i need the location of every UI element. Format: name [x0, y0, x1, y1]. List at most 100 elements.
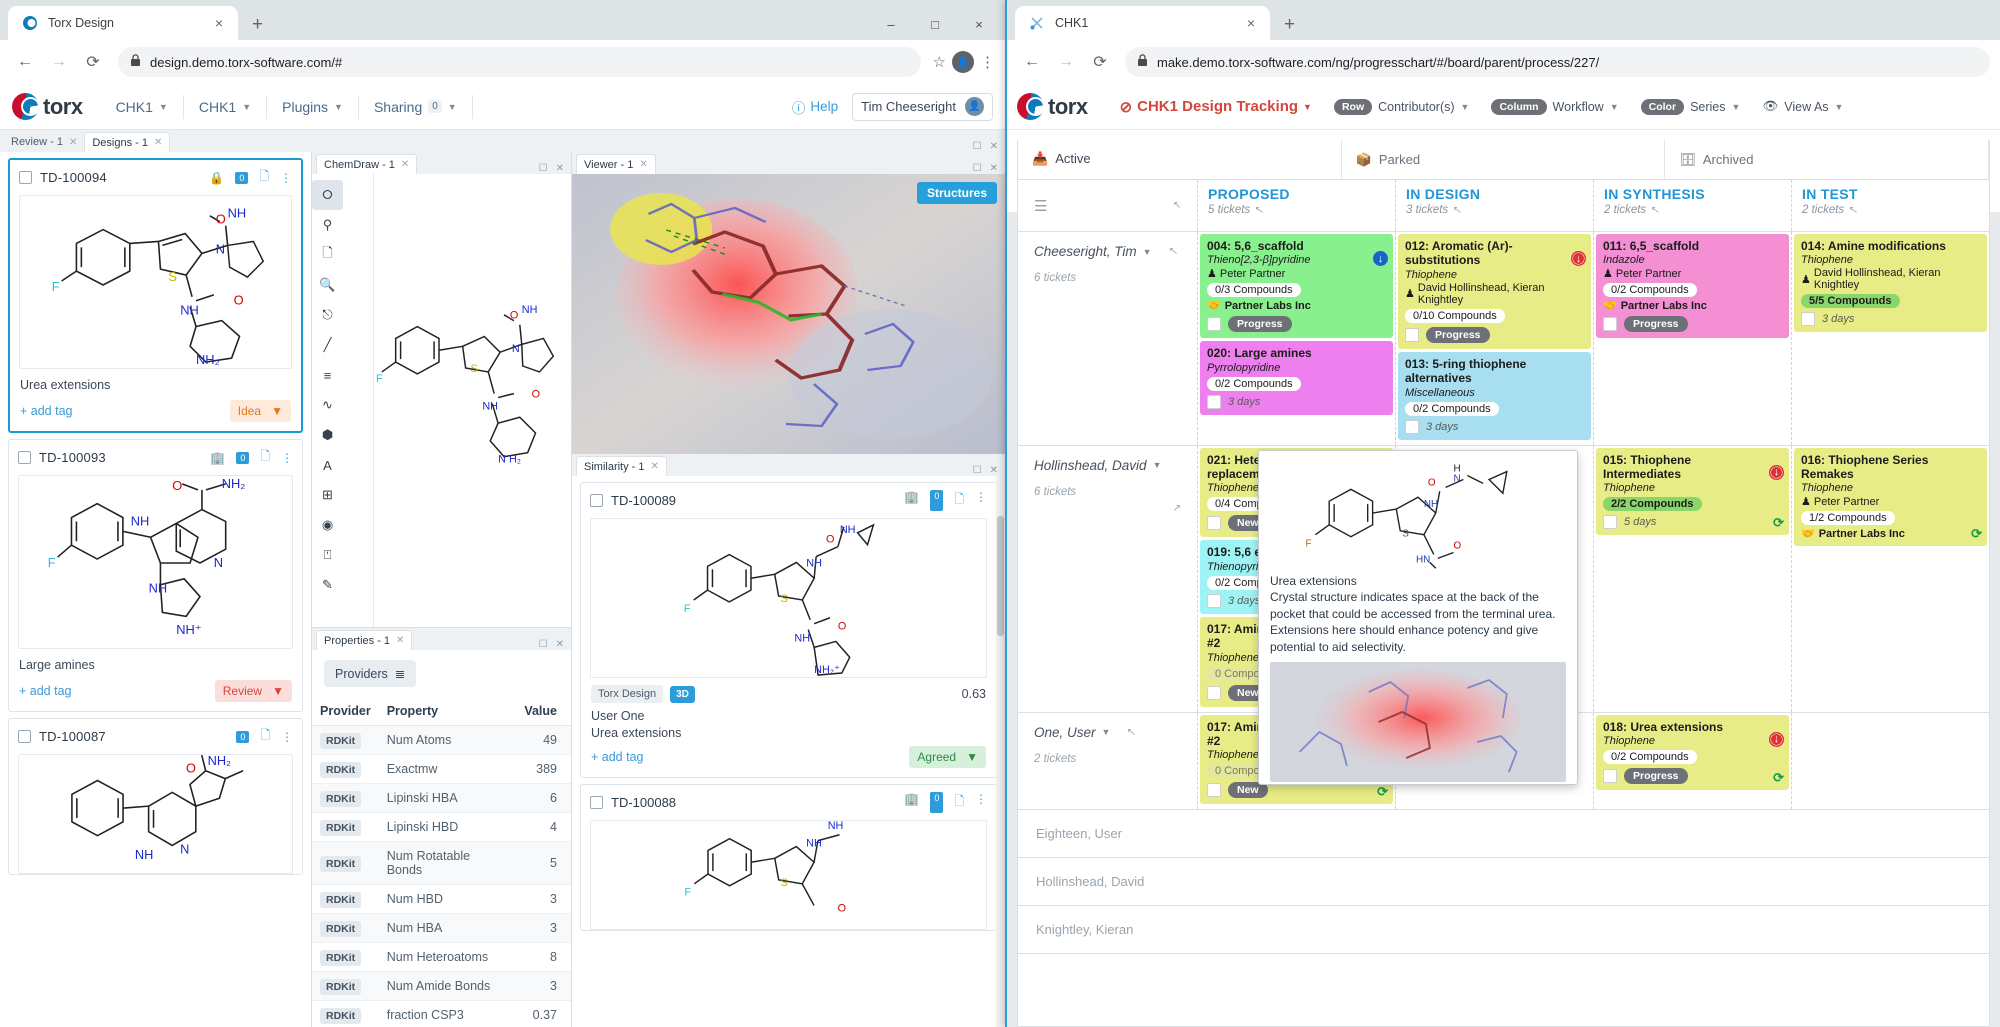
ticket-card-012[interactable]: 012: Aromatic (Ar)-substitutions Thiophe… [1398, 234, 1591, 349]
add-tag-button[interactable]: + add tag [20, 404, 72, 418]
ticket-checkbox[interactable] [1603, 768, 1617, 783]
ticket-checkbox[interactable] [1207, 593, 1221, 608]
ticket-card-016[interactable]: 016: Thiophene Series Remakes Thiophene … [1794, 447, 1987, 547]
ticket-card-013[interactable]: 013: 5-ring thiophene alternatives Misce… [1398, 351, 1591, 440]
ticket-checkbox[interactable] [1405, 327, 1419, 342]
comment-count-badge[interactable]: 0 [930, 792, 944, 813]
3d-badge[interactable]: 3D [670, 685, 695, 703]
tab-active[interactable]: 📥 Active [1018, 140, 1342, 179]
board-row-empty[interactable]: Eighteen, User [1018, 810, 1989, 859]
template-icon[interactable]: ⍞ [312, 540, 343, 570]
ticket-checkbox[interactable] [1207, 516, 1221, 531]
ticket-checkbox[interactable] [1603, 317, 1617, 332]
expand-icon[interactable]: ↗ [1256, 205, 1264, 216]
design-state-dropdown[interactable]: Review ▼ [214, 680, 292, 702]
design-checkbox[interactable] [18, 730, 31, 743]
panel-restore-icon[interactable]: ☐ [539, 163, 548, 174]
kebab-menu-icon[interactable]: ⋮ [975, 792, 987, 813]
reload-button[interactable]: ⟳ [1085, 47, 1115, 77]
forward-button[interactable]: → [44, 47, 74, 77]
bond-double-icon[interactable]: ≡ [312, 360, 343, 390]
back-button[interactable]: ← [10, 47, 40, 77]
tab-properties[interactable]: Properties - 1 ✕ [316, 630, 413, 650]
menu-target-chk1[interactable]: CHK1 ▼ [184, 94, 268, 119]
project-title-dropdown[interactable]: ⊘ CHK1 Design Tracking ▼ [1120, 98, 1312, 116]
alert-down-icon[interactable]: ↓ [1769, 731, 1784, 747]
copy-icon[interactable]: 🗋 [259, 167, 269, 188]
table-row[interactable]: RDKit Num Atoms 49 [312, 725, 571, 755]
design-checkbox[interactable] [18, 451, 31, 464]
color-selector[interactable]: Color Series ▼ [1640, 98, 1740, 115]
panel-restore-icon[interactable]: ☐ [973, 141, 982, 152]
tab-chemdraw[interactable]: ChemDraw - 1 ✕ [316, 154, 418, 174]
minimize-button[interactable]: – [869, 10, 913, 40]
ticket-checkbox[interactable] [1207, 317, 1221, 332]
design-checkbox[interactable] [19, 171, 32, 184]
close-icon[interactable]: ✕ [651, 461, 659, 472]
3d-viewer-canvas[interactable]: Structures [572, 174, 1005, 454]
target-icon[interactable]: ◉ [312, 510, 343, 540]
table-row[interactable]: RDKit Num HBA 3 [312, 913, 571, 943]
expand-icon[interactable]: ↗ [1173, 503, 1181, 514]
table-row[interactable]: RDKit Num Rotatable Bonds 5 [312, 841, 571, 885]
kebab-menu-icon[interactable]: ⋮ [281, 730, 293, 744]
panel-close-icon[interactable]: ✕ [990, 163, 998, 174]
address-bar[interactable]: design.demo.torx-software.com/# [118, 47, 921, 77]
similarity-card[interactable]: TD-100089 🏢 0 🗋 ⋮ F S O NH NH O NH NH₂⁺ … [580, 482, 997, 778]
expand-icon[interactable]: ↗ [1170, 246, 1178, 257]
menu-plugins[interactable]: Plugins ▼ [267, 94, 359, 119]
copy-icon[interactable]: 🗋 [954, 490, 964, 511]
ticket-card-011[interactable]: 011: 6,5_scaffold Indazole ♟ Peter Partne… [1596, 234, 1789, 339]
expand-icon[interactable]: ↗ [1652, 205, 1660, 216]
board-row-empty[interactable]: Hollinshead, David [1018, 858, 1989, 907]
row-grouping-selector[interactable]: Row Contributor(s) ▼ [1333, 98, 1469, 115]
reload-button[interactable]: ⟳ [78, 47, 108, 77]
kebab-menu-icon[interactable]: ⋮ [281, 451, 293, 465]
zoom-in-icon[interactable]: 🔍 [312, 270, 343, 300]
alert-down-icon[interactable]: ↓ [1769, 464, 1784, 480]
address-bar[interactable]: make.demo.torx-software.com/ng/progressc… [1125, 47, 1990, 77]
row-name[interactable]: One, User ▼ ↗ [1034, 725, 1181, 740]
table-row[interactable]: RDKit Lipinski HBA 6 [312, 783, 571, 813]
text-tool-icon[interactable]: A [312, 450, 343, 480]
ticket-checkbox[interactable] [1801, 312, 1815, 327]
menu-sharing[interactable]: Sharing 0 ▼ [359, 94, 473, 119]
lasso-select-icon[interactable]: ⭘ [312, 180, 343, 210]
design-card[interactable]: TD-100087 0 🗋 ⋮ O NH₂ N NH [8, 718, 303, 875]
paint-icon[interactable]: ✎ [312, 570, 343, 600]
tab-viewer[interactable]: Viewer - 1 ✕ [576, 154, 656, 174]
back-button[interactable]: ← [1017, 47, 1047, 77]
view-as-selector[interactable]: 👁 View As ▼ [1762, 99, 1843, 114]
ticket-checkbox[interactable] [1405, 419, 1419, 434]
ring-icon[interactable]: ⬢ [312, 420, 343, 450]
similarity-card[interactable]: TD-100088 🏢 0 🗋 ⋮ F S NH NH O [580, 784, 997, 931]
board-row-empty[interactable]: Knightley, Kieran [1018, 906, 1989, 955]
copy-icon[interactable]: 🗋 [260, 726, 270, 747]
ticket-card-018[interactable]: 018: Urea extensions Thiophene 0/2 Compo… [1596, 714, 1789, 790]
eraser-icon[interactable]: ⎋ [312, 300, 343, 330]
expand-icon[interactable]: ↗ [1128, 727, 1136, 738]
tab-review[interactable]: Review - 1 ✕ [4, 132, 84, 152]
user-menu[interactable]: Tim Cheeseright 👤 [852, 92, 993, 121]
browser-menu-icon[interactable]: ⋮ [980, 53, 995, 71]
ticket-card-004[interactable]: 004: 5,6_scaffold Thieno[2,3-β]pyridine … [1200, 234, 1393, 339]
lock-icon[interactable]: 🔒 [209, 171, 224, 185]
ticket-checkbox[interactable] [1603, 515, 1617, 530]
hamburger-icon[interactable]: ☰ [1034, 197, 1047, 215]
chain-icon[interactable]: ∿ [312, 390, 343, 420]
alert-down-icon[interactable]: ↓ [1373, 251, 1388, 266]
panel-restore-icon[interactable]: ☐ [973, 163, 982, 174]
panel-close-icon[interactable]: ✕ [990, 141, 998, 152]
comment-count-badge[interactable]: 0 [236, 730, 250, 743]
copy-icon[interactable]: 🗋 [954, 792, 964, 813]
ticket-checkbox[interactable] [1207, 685, 1221, 700]
ticket-checkbox[interactable] [1207, 783, 1221, 798]
new-tab-button[interactable]: + [252, 14, 263, 40]
ticket-checkbox[interactable] [1207, 394, 1221, 409]
bond-single-icon[interactable]: ╱ [312, 330, 343, 360]
copy-icon[interactable]: 🗋 [312, 240, 343, 270]
panel-close-icon[interactable]: ✕ [556, 163, 564, 174]
add-tag-button[interactable]: + add tag [19, 684, 71, 698]
ticket-card-020[interactable]: 020: Large amines Pyrrolopyridine 0/2 Co… [1200, 341, 1393, 415]
expand-icon[interactable]: ↗ [1454, 205, 1462, 216]
